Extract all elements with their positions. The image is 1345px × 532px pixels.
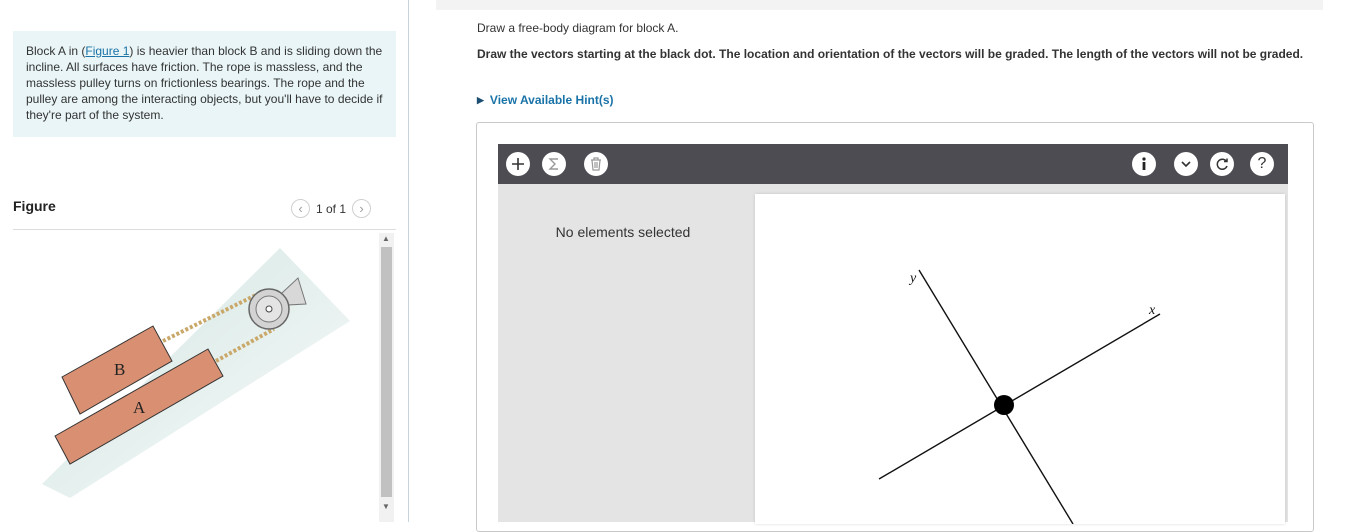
view-hints-link[interactable]: ▶ View Available Hint(s) [477,93,614,107]
figure-pager: ‹ 1 of 1 › [291,199,372,218]
instruction-text: Draw a free-body diagram for block A. [477,21,679,35]
figure-page-count: 1 of 1 [316,201,347,216]
problem-statement: Block A in (Figure 1) is heavier than bl… [13,31,396,137]
element-properties-panel: No elements selected [498,184,748,522]
add-vector-button[interactable] [506,152,530,176]
reset-icon [1216,158,1228,170]
block-b-label: B [114,360,125,379]
top-bar [436,0,1323,10]
chevron-left-icon: ‹ [298,201,303,216]
left-column: Block A in (Figure 1) is heavier than bl… [0,0,409,522]
scroll-down-icon[interactable]: ▼ [382,502,390,511]
help-icon: ? [1257,155,1267,172]
info-icon [1142,157,1146,170]
instruction-detail: Draw the vectors starting at the black d… [477,47,1304,61]
problem-text-start: Block A in ( [26,44,86,58]
drawing-toolbar: ? [498,144,1288,184]
figure-scrollbar[interactable]: ▲ ▼ [379,233,394,522]
no-selection-message: No elements selected [555,224,691,240]
options-dropdown-button[interactable] [1174,152,1198,176]
chevron-right-icon: › [359,201,364,216]
y-axis-label: y [908,271,917,286]
scroll-up-icon[interactable]: ▲ [382,234,390,243]
figure-divider [13,229,396,230]
next-figure-button[interactable]: › [352,199,372,218]
y-axis [918,269,1074,524]
sigma-icon [548,158,558,170]
caret-right-icon: ▶ [477,94,484,105]
chevron-down-icon [1181,161,1191,168]
canvas-container: y x [748,184,1288,524]
figure-heading: Figure [13,198,56,214]
incline-figure: B A [42,248,350,498]
help-button[interactable]: ? [1250,152,1274,176]
x-axis [878,313,1161,480]
block-a-label: A [133,398,146,417]
coordinate-axes: y x [878,269,1161,524]
figure-link[interactable]: Figure 1 [85,44,129,58]
reset-button[interactable] [1210,152,1234,176]
x-axis-label: x [1148,303,1156,318]
scroll-thumb[interactable] [381,247,392,497]
info-button[interactable] [1132,152,1156,176]
plus-icon [512,158,524,170]
delete-button[interactable] [584,152,608,176]
drawing-canvas[interactable]: y x [755,194,1285,524]
prev-figure-button[interactable]: ‹ [291,199,310,218]
trash-icon [591,157,601,171]
pulley-axle [265,305,273,313]
sigma-button[interactable] [542,152,566,176]
origin-dot[interactable] [994,395,1014,415]
view-hints-label: View Available Hint(s) [489,93,614,107]
